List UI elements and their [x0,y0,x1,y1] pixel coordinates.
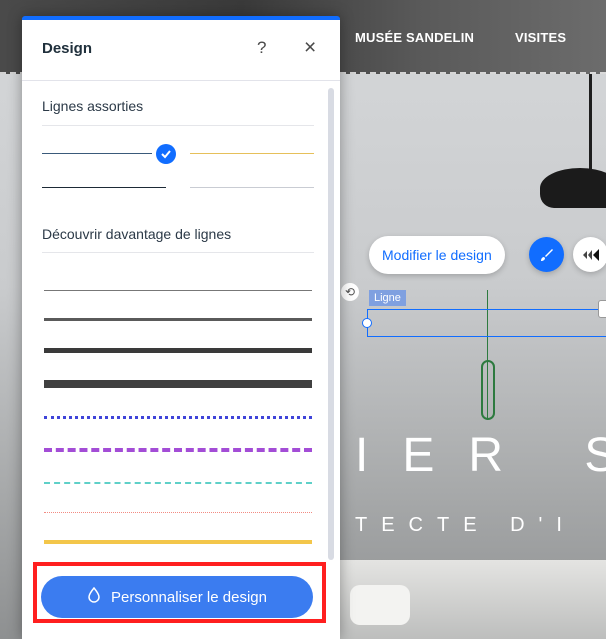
pillow-image [350,585,410,625]
selection-tag: Ligne [369,290,406,306]
hero-subtitle: TECTE D'I [355,514,576,536]
section-divider [42,125,314,126]
line-option-blue-dotted[interactable] [44,416,312,419]
modify-design-button[interactable]: Modifier le design [369,236,505,274]
help-icon[interactable]: ? [257,38,266,58]
more-lines-title: Découvrir davantage de lignes [42,226,232,242]
panel-scrollbar[interactable] [328,88,334,560]
nav-item-visites[interactable]: VISITES [515,30,566,45]
line-option-gold-thick[interactable] [44,540,312,544]
line-option-gold[interactable] [190,153,314,154]
line-option-dark[interactable] [42,187,166,188]
animation-icon[interactable] [573,237,606,272]
resize-handle-left[interactable] [362,318,372,328]
rotate-handle-icon[interactable]: ⟲ [341,283,359,301]
line-option-selected[interactable] [42,153,152,154]
line-option-teal-dashed[interactable] [44,482,312,484]
paint-brush-icon[interactable] [529,237,564,272]
matching-lines-title: Lignes assorties [42,98,144,114]
nav-item-musee[interactable]: MUSÉE SANDELIN [355,30,474,45]
ceiling-lamp [540,168,606,208]
header-divider [22,80,340,81]
line-option-light[interactable] [190,187,314,188]
hanging-plant [481,360,495,420]
line-option-purple-dashed[interactable] [44,448,312,452]
panel-title: Design [42,40,93,57]
close-icon[interactable]: × [304,36,316,60]
line-option-thin-gray[interactable] [44,290,312,291]
line-option-coral-dotted[interactable] [44,512,312,513]
line-option-heavy-gray[interactable] [44,380,312,388]
resize-handle-right[interactable] [598,300,606,318]
line-option-medium-gray[interactable] [44,318,312,321]
checkmark-icon [156,144,176,164]
line-option-thick-gray[interactable] [44,348,312,353]
highlight-box [33,562,326,623]
hero-title: IER S [355,429,606,482]
selected-line-element[interactable] [367,309,606,337]
design-panel: Design ? × Lignes assorties Découvrir da… [22,16,340,639]
section-divider [42,252,314,253]
